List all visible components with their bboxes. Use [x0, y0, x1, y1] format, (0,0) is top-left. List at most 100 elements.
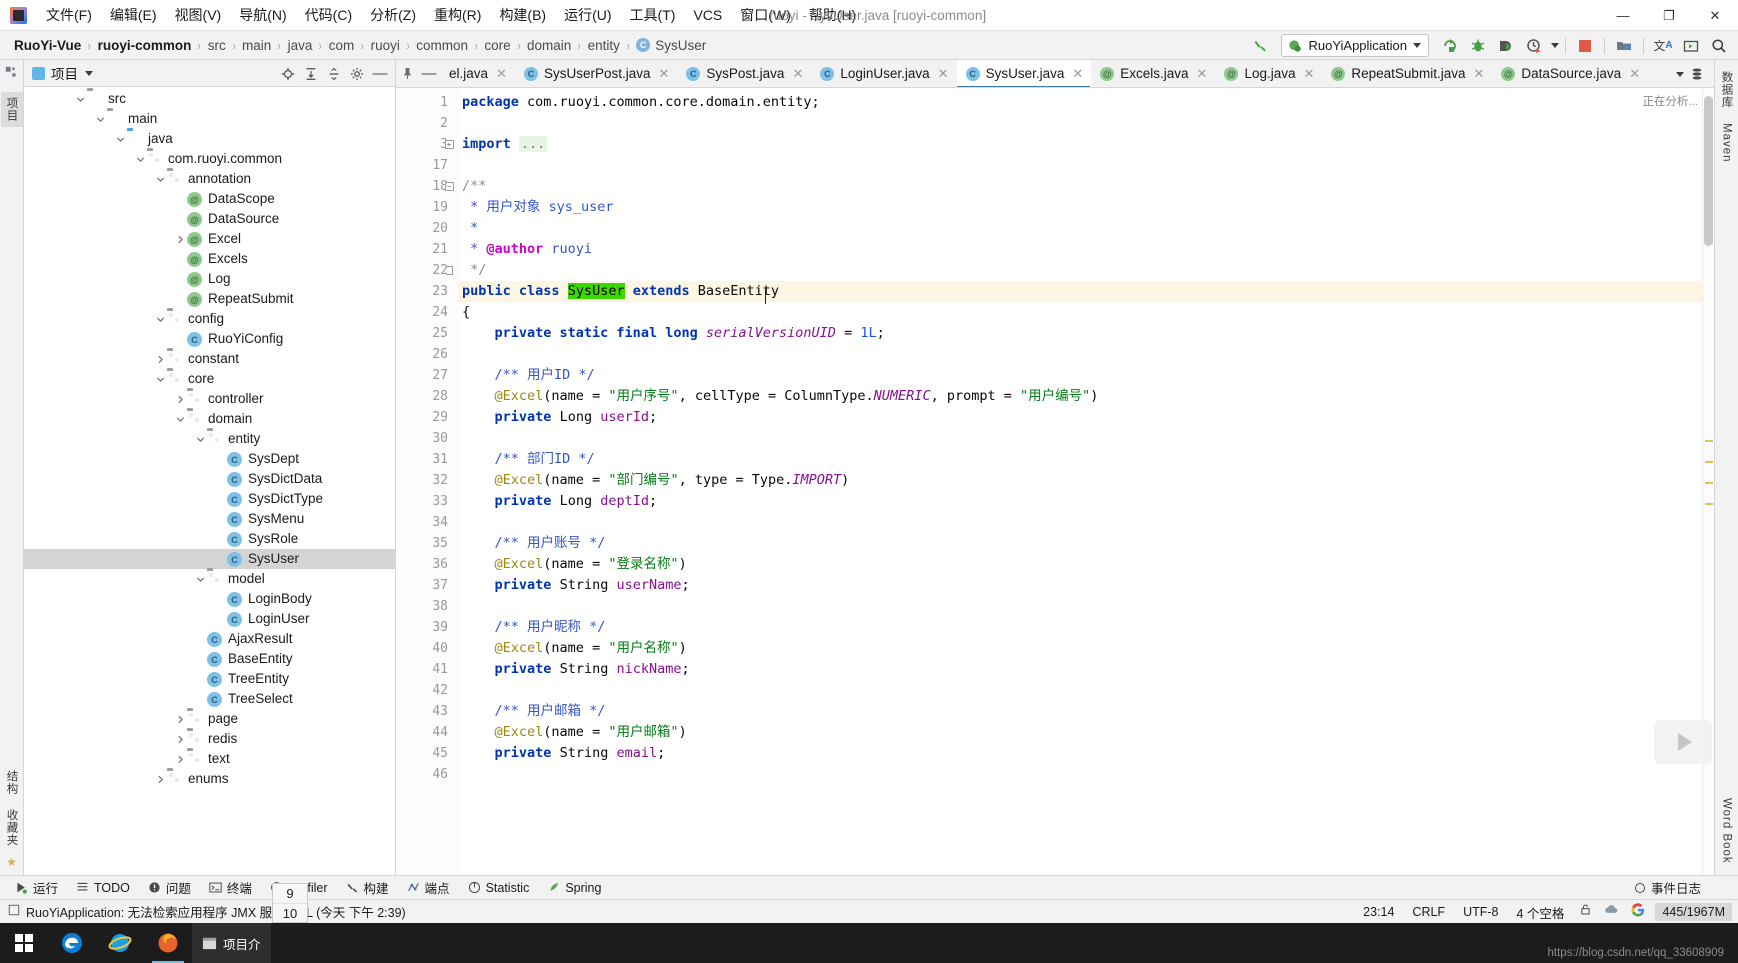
- editor-tab[interactable]: C SysUserPost.java ✕: [515, 60, 677, 87]
- code-line[interactable]: [458, 344, 1702, 365]
- tree-node[interactable]: @ Excels: [24, 249, 395, 269]
- tree-node[interactable]: @ Log: [24, 269, 395, 289]
- tab-overflow-chevron-icon[interactable]: [1676, 71, 1684, 77]
- sidebar-item-structure[interactable]: 结构: [1, 765, 23, 800]
- code-line[interactable]: /**: [458, 176, 1702, 197]
- tree-node[interactable]: C BaseEntity: [24, 649, 395, 669]
- cloud-icon[interactable]: [1598, 903, 1625, 921]
- lock-icon[interactable]: [1573, 903, 1598, 921]
- run-with-coverage-icon[interactable]: [1493, 33, 1519, 58]
- chevron-down-icon[interactable]: [74, 93, 87, 106]
- warning-marker[interactable]: [1705, 482, 1713, 484]
- code-line[interactable]: package com.ruoyi.common.core.domain.ent…: [458, 92, 1702, 113]
- code-line[interactable]: [458, 428, 1702, 449]
- tree-node[interactable]: C SysDept: [24, 449, 395, 469]
- tree-node[interactable]: C LoginUser: [24, 609, 395, 629]
- code-line[interactable]: [458, 596, 1702, 617]
- tree-node[interactable]: enums: [24, 769, 395, 789]
- chevron-right-icon[interactable]: [174, 393, 187, 406]
- code-line-highlighted[interactable]: public class SysUser extends BaseEntity: [458, 281, 1702, 302]
- close-tab-icon[interactable]: ✕: [1197, 66, 1208, 82]
- tree-node[interactable]: @ Excel: [24, 229, 395, 249]
- code-line[interactable]: /** 用户邮箱 */: [458, 701, 1702, 722]
- close-tab-icon[interactable]: ✕: [792, 66, 803, 82]
- chevron-down-icon[interactable]: [114, 133, 127, 146]
- expand-all-icon[interactable]: [300, 63, 322, 85]
- tree-node[interactable]: C RuoYiConfig: [24, 329, 395, 349]
- tree-node[interactable]: annotation: [24, 169, 395, 189]
- translate-icon[interactable]: 文A: [1650, 33, 1676, 58]
- editor-tab[interactable]: @ RepeatSubmit.java ✕: [1322, 60, 1492, 87]
- tree-node[interactable]: java: [24, 129, 395, 149]
- breadcrumb-item[interactable]: RuoYi-Vue: [14, 38, 81, 53]
- tree-node[interactable]: src: [24, 89, 395, 109]
- close-button[interactable]: ✕: [1692, 0, 1738, 31]
- menu-build[interactable]: 构建(B): [490, 1, 555, 29]
- popup-number[interactable]: 10: [273, 903, 307, 922]
- code-line[interactable]: [458, 680, 1702, 701]
- breadcrumb-item[interactable]: ruoyi: [371, 38, 400, 53]
- maximize-button[interactable]: ❐: [1646, 0, 1692, 31]
- status-message[interactable]: RuoYiApplication: 无法检索应用程序 JMX 服务 URL (今…: [26, 902, 406, 921]
- bottom-tool-Spring[interactable]: Spring: [538, 879, 610, 897]
- code-line[interactable]: @Excel(name = "部门编号", type = Type.IMPORT…: [458, 470, 1702, 491]
- sidebar-item-maven[interactable]: Maven: [1718, 118, 1736, 168]
- editor-tab[interactable]: C SysPost.java ✕: [677, 60, 811, 87]
- breadcrumb-item[interactable]: main: [242, 38, 271, 53]
- chevron-right-icon[interactable]: [154, 353, 167, 366]
- tree-node[interactable]: controller: [24, 389, 395, 409]
- word-book-float-icon[interactable]: [1654, 720, 1712, 764]
- tree-node[interactable]: domain: [24, 409, 395, 429]
- editor-tab-active[interactable]: C SysUser.java ✕: [956, 60, 1092, 87]
- tab-list-icon[interactable]: [1684, 62, 1710, 87]
- menu-refactor[interactable]: 重构(R): [425, 1, 490, 29]
- stop-icon[interactable]: [1572, 33, 1598, 58]
- pin-tab-icon[interactable]: [396, 60, 418, 87]
- warning-marker[interactable]: [1705, 503, 1713, 505]
- menu-tools[interactable]: 工具(T): [621, 1, 685, 29]
- event-log-button[interactable]: 事件日志: [1625, 876, 1710, 899]
- popup-number[interactable]: 9: [273, 884, 307, 903]
- tree-node[interactable]: text: [24, 749, 395, 769]
- code-line[interactable]: @Excel(name = "用户序号", cellType = ColumnT…: [458, 386, 1702, 407]
- code-line[interactable]: [458, 113, 1702, 134]
- code-line[interactable]: * 用户对象 sys_user: [458, 197, 1702, 218]
- build-hammer-icon[interactable]: [1247, 33, 1273, 58]
- caret-position[interactable]: 23:14: [1354, 905, 1403, 919]
- toolbar-overflow-chevron-icon[interactable]: [1551, 43, 1559, 48]
- tree-node[interactable]: C LoginBody: [24, 589, 395, 609]
- edge-icon[interactable]: [48, 923, 96, 963]
- fold-markers[interactable]: + −: [442, 92, 456, 785]
- chevron-right-icon[interactable]: [154, 773, 167, 786]
- minimize-button[interactable]: —: [1600, 0, 1646, 31]
- chevron-down-icon[interactable]: [154, 313, 167, 326]
- tree-node[interactable]: C SysRole: [24, 529, 395, 549]
- fold-collapse-icon[interactable]: −: [442, 176, 456, 197]
- chevron-right-icon[interactable]: [174, 753, 187, 766]
- code-line[interactable]: * @author ruoyi: [458, 239, 1702, 260]
- editor-tab[interactable]: @ Log.java ✕: [1215, 60, 1322, 87]
- tree-node[interactable]: redis: [24, 729, 395, 749]
- line-number-gutter[interactable]: 1231718192021222324252627282930313233343…: [396, 88, 458, 875]
- breadcrumb-item[interactable]: com: [329, 38, 355, 53]
- tree-node[interactable]: C TreeEntity: [24, 669, 395, 689]
- tab-list-dash-icon[interactable]: —: [418, 60, 440, 87]
- code-line[interactable]: private Long userId;: [458, 407, 1702, 428]
- code-text[interactable]: package com.ruoyi.common.core.domain.ent…: [458, 88, 1702, 875]
- tree-node[interactable]: C TreeSelect: [24, 689, 395, 709]
- tree-node[interactable]: main: [24, 109, 395, 129]
- sidebar-item-word-book[interactable]: Word Book: [1718, 793, 1736, 869]
- project-view-chevron-icon[interactable]: [85, 70, 93, 76]
- code-line[interactable]: [458, 764, 1702, 785]
- code-line[interactable]: @Excel(name = "登录名称"): [458, 554, 1702, 575]
- breadcrumb-item[interactable]: src: [208, 38, 226, 53]
- chevron-down-icon[interactable]: [174, 413, 187, 426]
- editor-tab[interactable]: el.java ✕: [440, 60, 515, 87]
- menu-code[interactable]: 代码(C): [296, 1, 361, 29]
- menu-analyze[interactable]: 分析(Z): [361, 1, 425, 29]
- tree-node[interactable]: entity: [24, 429, 395, 449]
- bottom-tool-TODO[interactable]: TODO: [67, 879, 139, 897]
- editor-tab[interactable]: C LoginUser.java ✕: [811, 60, 956, 87]
- breadcrumb-item[interactable]: common: [416, 38, 468, 53]
- breadcrumb-item[interactable]: domain: [527, 38, 571, 53]
